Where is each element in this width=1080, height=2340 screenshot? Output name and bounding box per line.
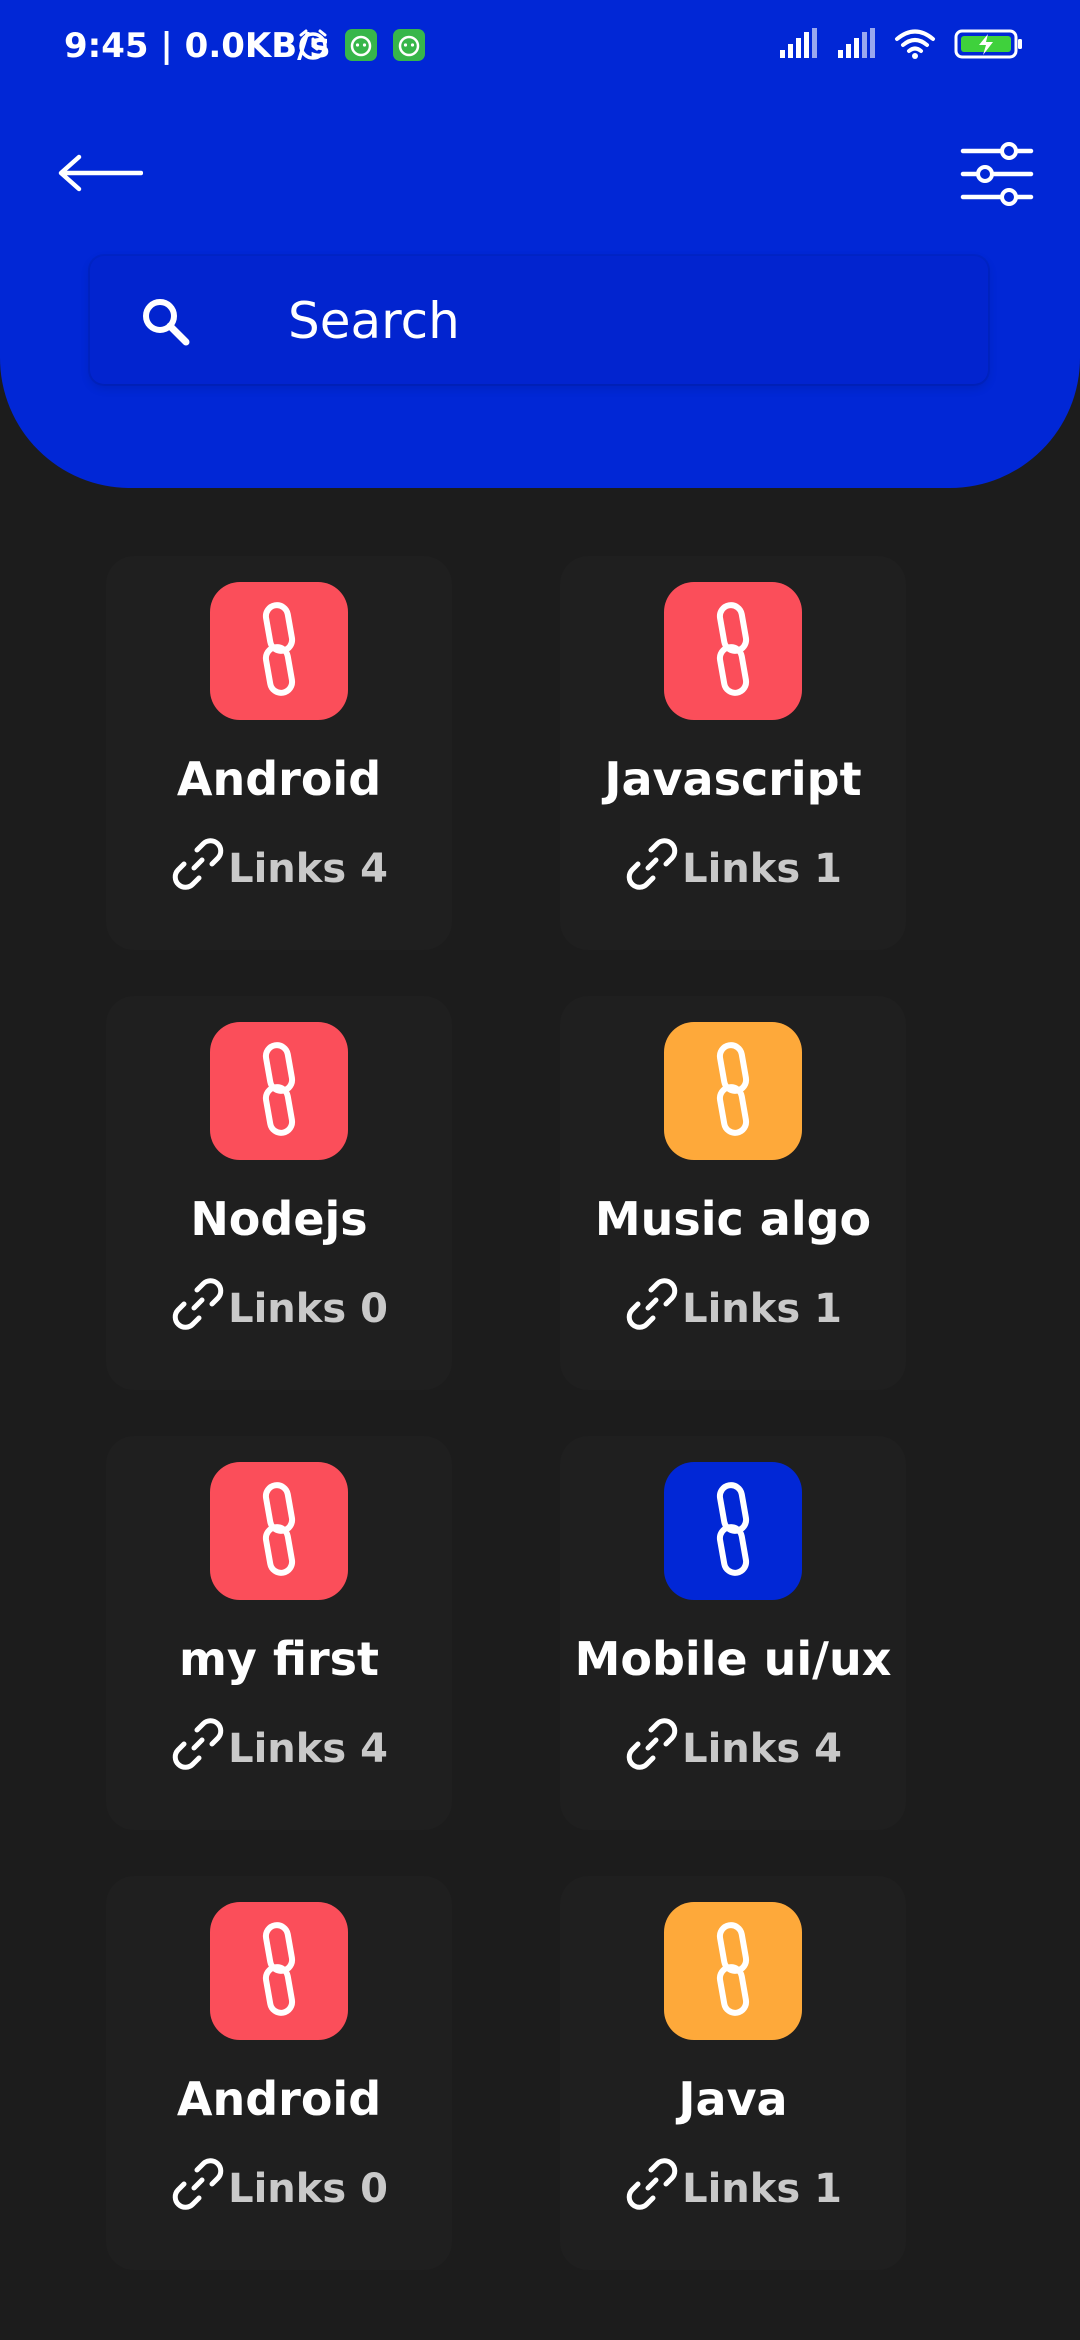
category-title: Mobile ui/ux (574, 1632, 892, 1686)
link-icon (170, 1276, 226, 1342)
chain-link-icon (711, 1481, 755, 1581)
category-icon-tile (664, 1902, 802, 2040)
category-icon-tile (664, 1022, 802, 1160)
category-links-count: Links 4 (106, 1716, 452, 1782)
links-label: Links 4 (228, 1726, 388, 1772)
category-links-count: Links 4 (560, 1716, 906, 1782)
chain-link-icon (257, 601, 301, 701)
category-links-count: Links 4 (106, 836, 452, 902)
category-title: Nodejs (190, 1192, 368, 1246)
category-title: Android (176, 752, 382, 806)
category-card[interactable]: Music algo Links 1 (560, 996, 906, 1390)
category-title: Javascript (604, 752, 862, 806)
category-icon-tile (664, 582, 802, 720)
signal-icon (836, 28, 876, 64)
category-card[interactable]: Android Links 0 (106, 1876, 452, 2270)
chain-link-icon (711, 601, 755, 701)
status-notification-icons (296, 28, 426, 66)
links-label: Links 4 (682, 1726, 842, 1772)
link-icon (624, 2156, 680, 2222)
status-system-icons (778, 28, 1024, 64)
category-title: Music algo (594, 1192, 872, 1246)
chain-link-icon (257, 1921, 301, 2021)
links-label: Links 1 (682, 846, 842, 892)
status-bar: 9:45 | 0.0KB/s (0, 0, 1080, 96)
search-box[interactable] (90, 256, 988, 384)
search-icon (140, 296, 192, 348)
category-card[interactable]: my first Links 4 (106, 1436, 452, 1830)
links-label: Links 1 (682, 2166, 842, 2212)
link-icon (624, 836, 680, 902)
category-title: Java (678, 2072, 788, 2126)
link-icon (170, 1716, 226, 1782)
signal-icon (778, 28, 818, 64)
category-title: Android (176, 2072, 382, 2126)
arrow-left-icon (57, 153, 144, 197)
chain-link-icon (711, 1921, 755, 2021)
app-notification-icon (392, 28, 426, 66)
category-links-count: Links 0 (106, 2156, 452, 2222)
sliders-icon (959, 141, 1035, 211)
category-card[interactable]: Java Links 1 (560, 1876, 906, 2270)
search-input[interactable] (286, 280, 950, 362)
link-icon (624, 1716, 680, 1782)
category-icon-tile (210, 1902, 348, 2040)
links-label: Links 0 (228, 1286, 388, 1332)
link-icon (170, 836, 226, 902)
battery-icon (954, 28, 1024, 64)
app-notification-icon (344, 28, 378, 66)
back-button[interactable] (52, 140, 148, 210)
status-time: 9:45 | 0.0KB/s (64, 26, 330, 66)
category-card[interactable]: Mobile ui/ux Links 4 (560, 1436, 906, 1830)
category-links-count: Links 1 (560, 836, 906, 902)
category-links-count: Links 0 (106, 1276, 452, 1342)
category-card[interactable]: Android Links 4 (106, 556, 452, 950)
category-icon-tile (664, 1462, 802, 1600)
category-links-count: Links 1 (560, 2156, 906, 2222)
link-icon (170, 2156, 226, 2222)
category-card[interactable]: Javascript Links 1 (560, 556, 906, 950)
filter-button[interactable] (954, 138, 1040, 214)
chain-link-icon (711, 1041, 755, 1141)
header: 9:45 | 0.0KB/s (0, 0, 1080, 488)
category-icon-tile (210, 1022, 348, 1160)
links-label: Links 4 (228, 846, 388, 892)
links-label: Links 0 (228, 2166, 388, 2212)
chain-link-icon (257, 1041, 301, 1141)
links-label: Links 1 (682, 1286, 842, 1332)
category-icon-tile (210, 1462, 348, 1600)
category-links-count: Links 1 (560, 1276, 906, 1342)
category-card[interactable]: Nodejs Links 0 (106, 996, 452, 1390)
category-icon-tile (210, 582, 348, 720)
link-icon (624, 1276, 680, 1342)
alarm-icon (296, 28, 330, 66)
wifi-icon (894, 28, 936, 64)
chain-link-icon (257, 1481, 301, 1581)
category-title: my first (178, 1632, 380, 1686)
